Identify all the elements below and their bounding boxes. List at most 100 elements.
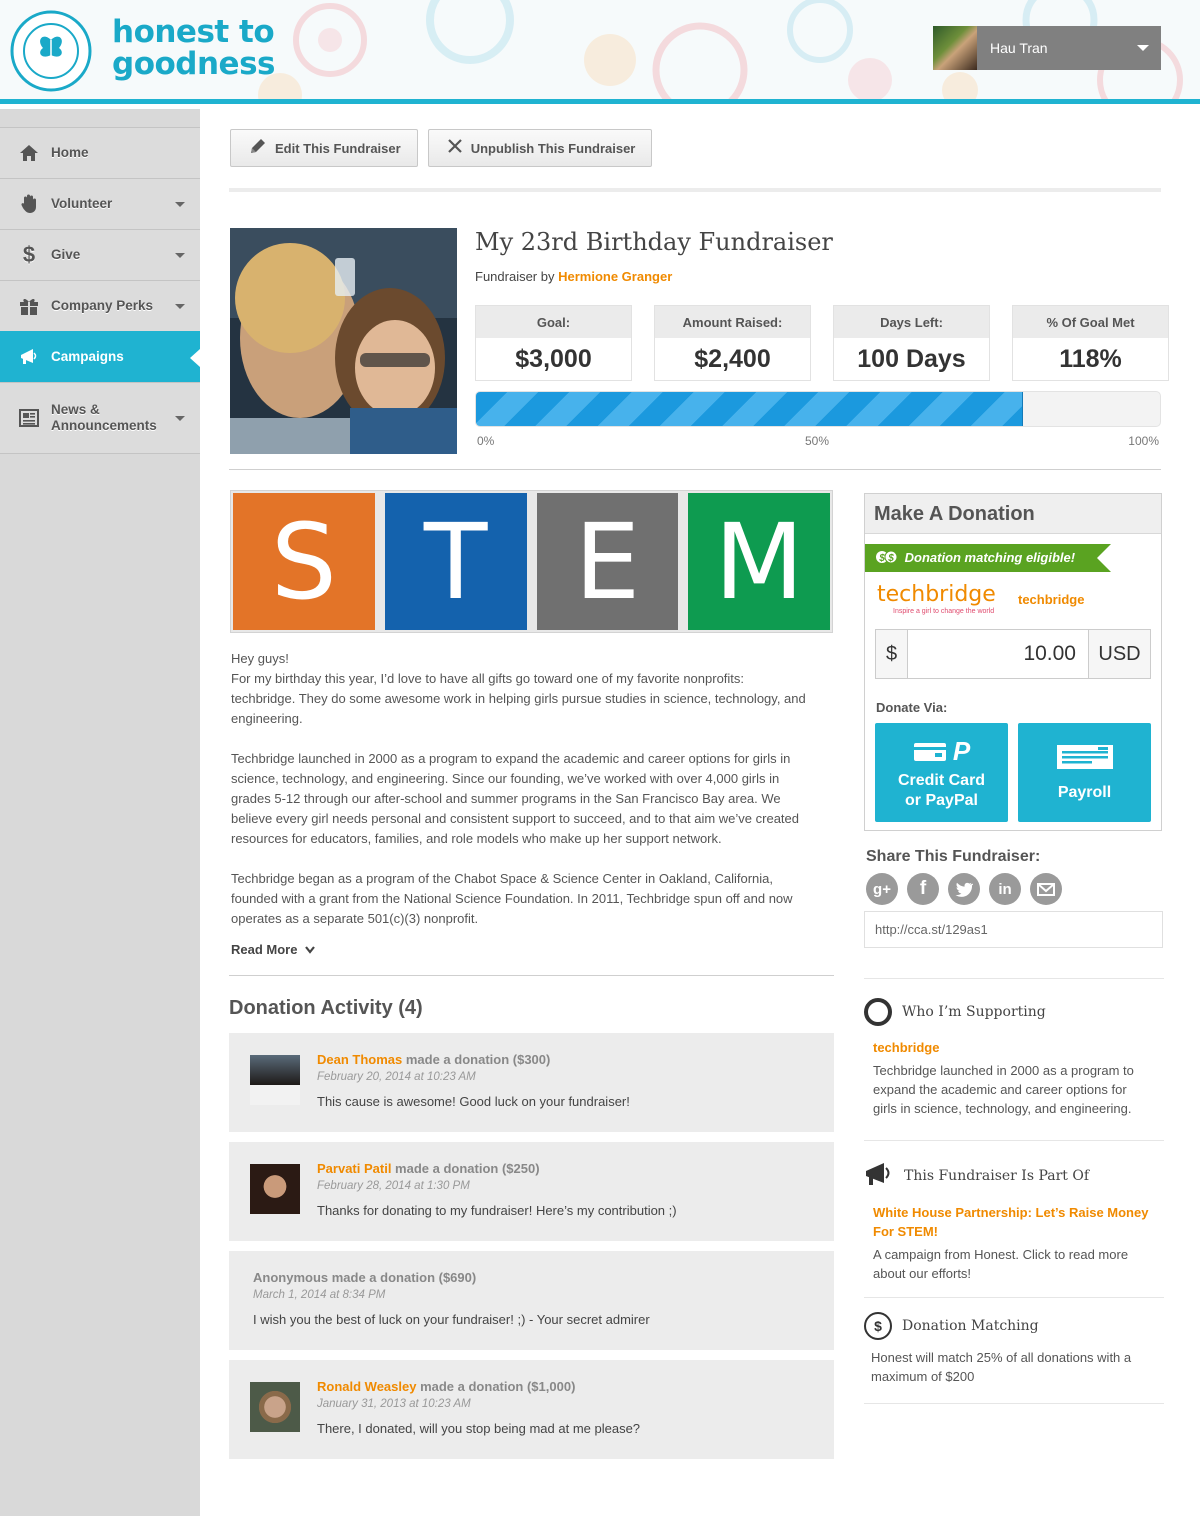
brand-line-2: goodness — [112, 46, 275, 82]
fundraiser-title: My 23rd Birthday Fundraiser — [475, 228, 833, 256]
stem-banner: S T E M — [230, 490, 833, 633]
divider — [229, 188, 1161, 192]
sidebar-item-home[interactable]: Home — [0, 127, 200, 178]
honest-co-logo[interactable] — [10, 10, 92, 92]
divider — [864, 978, 1164, 979]
newspaper-icon — [18, 407, 40, 429]
unpublish-fundraiser-button[interactable]: Unpublish This Fundraiser — [427, 129, 653, 167]
techbridge-tagline: Inspire a girl to change the world — [893, 608, 995, 615]
organizer-link[interactable]: Hermione Granger — [558, 269, 672, 284]
matching-title: Donation Matching — [902, 1318, 1039, 1334]
sidebar: Home Volunteer $ Give Company Perks Camp… — [0, 109, 200, 1516]
avatar[interactable] — [250, 1164, 300, 1214]
avatar[interactable] — [250, 1055, 300, 1105]
fundraiser-story: Hey guys! For my birthday this year, I’d… — [231, 649, 811, 949]
sidebar-item-company-perks[interactable]: Company Perks — [0, 280, 200, 331]
sidebar-item-campaigns[interactable]: Campaigns — [0, 331, 200, 382]
twitter-icon[interactable] — [948, 873, 980, 905]
stat-goal: Goal: $3,000 — [475, 305, 632, 381]
divider — [229, 469, 1161, 470]
read-more-link[interactable]: Read More — [231, 942, 315, 957]
supporting-org-link[interactable]: techbridge — [873, 1038, 1164, 1057]
dollar-circle-icon: $ — [864, 1312, 892, 1340]
share-title: Share This Fundraiser: — [866, 848, 1041, 865]
story-greeting: Hey guys! — [231, 651, 289, 666]
googleplus-icon[interactable]: g+ — [866, 873, 898, 905]
donor-link[interactable]: Ronald Weasley — [317, 1379, 416, 1394]
facebook-icon[interactable]: f — [907, 873, 939, 905]
avatar[interactable] — [250, 1382, 300, 1432]
donor-link[interactable]: Dean Thomas — [317, 1052, 402, 1067]
share-url-field[interactable]: http://cca.st/129as1 — [864, 911, 1163, 948]
chevron-down-icon — [305, 946, 315, 954]
story-paragraph: Hey guys! For my birthday this year, I’d… — [231, 649, 811, 729]
currency-symbol: $ — [876, 630, 908, 678]
donation-date: February 28, 2014 at 1:30 PM — [317, 1180, 470, 1192]
donation-action: made a donation ($300) — [402, 1052, 551, 1067]
donation-amount-input[interactable]: 10.00 — [908, 630, 1088, 678]
supporting-header: Who I’m Supporting — [864, 998, 1164, 1026]
stat-label: Days Left: — [834, 306, 989, 338]
progress-tick: 50% — [805, 434, 830, 448]
fundraiser-byline: Fundraiser by Hermione Granger — [475, 269, 672, 284]
list-item: Anonymous made a donation ($690) March 1… — [229, 1251, 834, 1350]
stat-goal-met: % Of Goal Met 118% — [1012, 305, 1169, 381]
campaign-link[interactable]: White House Partnership: Let’s Raise Mon… — [873, 1203, 1163, 1241]
part-of-text: A campaign from Honest. Click to read mo… — [873, 1247, 1129, 1281]
payroll-button[interactable]: Payroll — [1018, 723, 1151, 822]
read-more-label: Read More — [231, 942, 298, 957]
share-buttons: g+ f in — [866, 873, 1062, 905]
megaphone-icon — [18, 346, 40, 368]
stem-tile: E — [536, 493, 679, 630]
recipient-org-name[interactable]: techbridge — [1018, 592, 1084, 607]
part-of-title: This Fundraiser Is Part Of — [904, 1168, 1090, 1184]
donation-date: March 1, 2014 at 8:34 PM — [253, 1289, 386, 1301]
email-icon[interactable] — [1030, 873, 1062, 905]
gift-icon — [18, 295, 40, 317]
sidebar-item-volunteer[interactable]: Volunteer — [0, 178, 200, 229]
brand-wordmark[interactable]: honest to goodness — [112, 16, 275, 80]
progress-tick: 0% — [477, 434, 495, 448]
donation-message: I wish you the best of luck on your fund… — [253, 1312, 650, 1327]
svg-text:$: $ — [878, 553, 885, 564]
edit-fundraiser-button[interactable]: Edit This Fundraiser — [230, 129, 418, 167]
sidebar-item-label-line2: Announcements — [51, 418, 157, 433]
donation-panel: Make A Donation $ $ Donation matching eli… — [864, 493, 1162, 831]
hand-icon — [18, 193, 40, 215]
divider — [864, 1297, 1164, 1298]
credit-card-paypal-button[interactable]: P Credit Card or PayPal — [875, 723, 1008, 822]
chevron-down-icon — [175, 252, 185, 258]
donation-amount-field[interactable]: $ 10.00 USD — [875, 629, 1151, 679]
chevron-down-icon — [175, 415, 185, 421]
dollar-icon: $ — [22, 242, 36, 267]
user-avatar — [933, 26, 977, 70]
donation-message: There, I donated, will you stop being ma… — [317, 1421, 641, 1436]
stat-amount-raised: Amount Raised: $2,400 — [654, 305, 811, 381]
chevron-down-icon — [1137, 45, 1149, 51]
pencil-icon — [249, 137, 267, 160]
donate-via-label: Donate Via: — [876, 700, 948, 715]
matching-eligible-label: Donation matching eligible! — [904, 550, 1076, 565]
supporting-section: Who I’m Supporting techbridge Techbridge… — [864, 998, 1164, 1118]
progress-tick: 100% — [1128, 434, 1159, 448]
sidebar-item-give[interactable]: $ Give — [0, 229, 200, 280]
user-name: Hau Tran — [990, 40, 1048, 56]
unpublish-fundraiser-label: Unpublish This Fundraiser — [470, 140, 636, 156]
svg-text:$: $ — [887, 553, 894, 564]
edit-fundraiser-label: Edit This Fundraiser — [275, 140, 401, 156]
currency-code: USD — [1088, 630, 1150, 678]
donor-link[interactable]: Parvati Patil — [317, 1161, 391, 1176]
stat-days-left: Days Left: 100 Days — [833, 305, 990, 381]
donation-activity-title: Donation Activity (4) — [229, 997, 423, 1019]
sidebar-item-label-line1: News & — [51, 402, 100, 417]
close-icon — [447, 138, 463, 159]
donation-message: This cause is awesome! Good luck on your… — [317, 1094, 630, 1109]
supporting-title: Who I’m Supporting — [902, 1004, 1046, 1020]
linkedin-icon[interactable]: in — [989, 873, 1021, 905]
divider — [864, 1403, 1164, 1404]
story-paragraph: Techbridge began as a program of the Cha… — [231, 871, 793, 926]
user-menu[interactable]: Hau Tran — [933, 26, 1161, 70]
list-item: Parvati Patil made a donation ($250) Feb… — [229, 1142, 834, 1241]
paypal-icon: P — [952, 736, 971, 766]
sidebar-item-news[interactable]: News & Announcements — [0, 382, 200, 453]
